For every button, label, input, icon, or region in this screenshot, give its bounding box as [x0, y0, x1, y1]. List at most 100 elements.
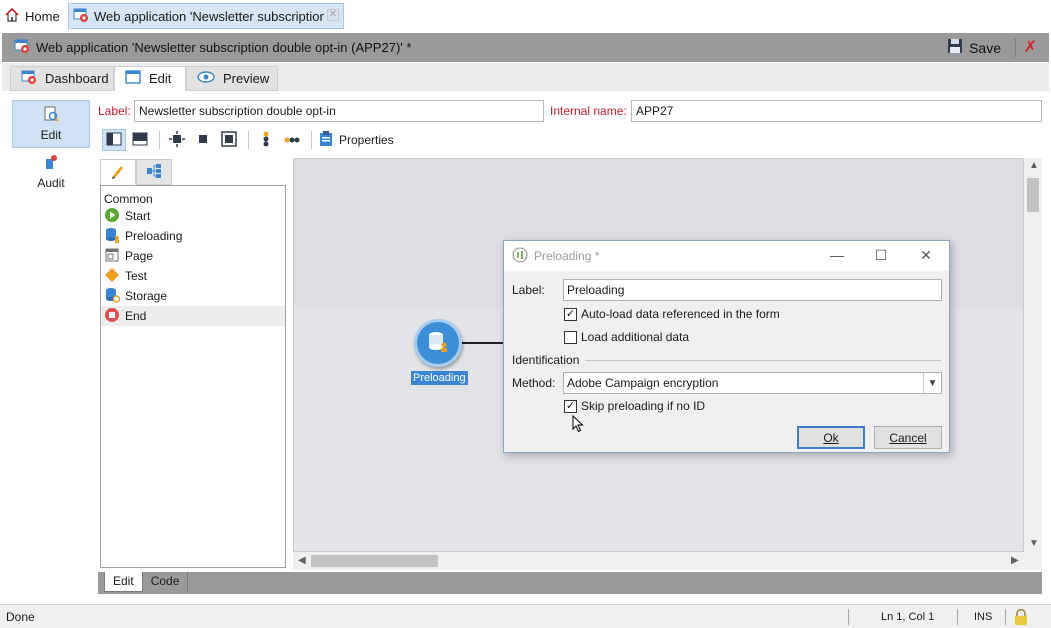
pencil-icon	[110, 163, 126, 182]
mode-edit-label: Edit	[40, 128, 62, 142]
home-tab[interactable]: Home	[4, 5, 60, 27]
load-additional-checkbox[interactable]: Load additional data	[564, 330, 689, 344]
horizontal-scrollbar[interactable]: ◀ ▶	[293, 552, 1042, 570]
palette-item-label: End	[125, 309, 147, 323]
method-select-value: Adobe Campaign encryption	[567, 376, 719, 390]
palette-item-end[interactable]: End	[101, 306, 285, 326]
palette-item-test[interactable]: Test	[101, 266, 285, 286]
floppy-disk-icon	[947, 38, 963, 57]
home-tab-label: Home	[25, 8, 60, 24]
edit-window-icon	[125, 70, 141, 87]
close-editor-icon[interactable]: ✗	[1024, 37, 1037, 57]
auto-load-label: Auto-load data referenced in the form	[581, 307, 780, 321]
chevron-down-icon[interactable]: ▼	[923, 373, 941, 393]
horizontal-chain-icon	[284, 133, 300, 147]
bottom-tab-edit[interactable]: Edit	[104, 572, 143, 592]
transition-line	[462, 342, 504, 344]
document-tab-label: Web application 'Newsletter subscription…	[94, 8, 324, 24]
align-vertical-button[interactable]	[254, 129, 278, 151]
auto-load-checkbox[interactable]: ✓ Auto-load data referenced in the form	[564, 307, 780, 321]
web-application-icon	[14, 38, 30, 57]
palette-item-start[interactable]: Start	[101, 206, 285, 226]
preloading-node-label[interactable]: Preloading	[411, 371, 468, 385]
editor-bottom-tabs: Edit Code	[98, 572, 1042, 594]
status-divider	[1005, 609, 1006, 625]
dialog-title: Preloading *	[534, 249, 600, 263]
tab-dashboard-label: Dashboard	[45, 71, 109, 86]
scroll-down-icon[interactable]: ▼	[1029, 538, 1039, 549]
label-field[interactable]: Newsletter subscription double opt-in	[134, 100, 544, 122]
layout-top-button[interactable]	[128, 129, 152, 151]
status-divider	[957, 609, 958, 625]
tab-preview[interactable]: Preview	[186, 66, 278, 91]
activity-icon	[512, 247, 528, 266]
close-tab-icon[interactable]: ✕	[327, 9, 339, 21]
mode-audit-label: Audit	[37, 176, 65, 190]
cancel-label: Cancel	[889, 431, 927, 445]
tree-icon	[146, 163, 162, 182]
mode-pane: Edit Audit	[12, 100, 90, 200]
checkbox-checked-icon: ✓	[564, 307, 577, 321]
tab-dashboard[interactable]: Dashboard	[10, 66, 114, 91]
preloading-dialog: Preloading * — ☐ ✕ Label: Preloading ✓ A…	[503, 240, 950, 453]
zoom-fit-button[interactable]	[217, 129, 241, 151]
status-divider	[848, 609, 849, 625]
fit-button[interactable]	[165, 129, 189, 151]
save-label: Save	[969, 39, 1001, 56]
dialog-label-caption: Label:	[512, 283, 545, 297]
minimize-icon[interactable]: —	[827, 247, 847, 265]
checkbox-checked-icon: ✓	[564, 399, 577, 413]
web-app-document-tab[interactable]: Web application 'Newsletter subscription…	[68, 3, 344, 29]
preloading-node[interactable]	[414, 319, 462, 367]
vertical-scroll-thumb[interactable]	[1027, 178, 1039, 212]
tab-edit-label: Edit	[149, 71, 172, 86]
edit-mode-icon	[43, 106, 59, 125]
scroll-right-icon[interactable]: ▶	[1011, 555, 1019, 566]
test-icon	[104, 267, 120, 286]
vertical-scrollbar[interactable]: ▲ ▼	[1024, 158, 1042, 552]
activity-palette: Common Start Preloading Page Test Storag…	[100, 185, 286, 568]
end-icon	[104, 307, 120, 326]
toolbar-separator	[311, 131, 312, 149]
cancel-button[interactable]: Cancel	[874, 426, 942, 449]
palette-item-storage[interactable]: Storage	[101, 286, 285, 306]
dialog-label-field[interactable]: Preloading	[563, 279, 942, 301]
save-button[interactable]: Save	[947, 38, 1001, 57]
tab-edit[interactable]: Edit	[114, 66, 186, 91]
bottom-tab-code[interactable]: Code	[143, 572, 189, 592]
document-tab-bar: Home Web application 'Newsletter subscri…	[0, 0, 1051, 32]
palette-tabs	[100, 159, 172, 185]
palette-item-label: Start	[125, 209, 151, 223]
zoom-actual-button[interactable]	[191, 129, 215, 151]
properties-button[interactable]: Properties	[319, 130, 394, 150]
mode-edit[interactable]: Edit	[12, 100, 90, 148]
ok-label: Ok	[823, 431, 839, 445]
horizontal-scroll-thumb[interactable]	[311, 555, 438, 567]
tab-activities[interactable]	[100, 159, 136, 185]
editor-title: Web application 'Newsletter subscription…	[36, 40, 412, 55]
app-window: Home Web application 'Newsletter subscri…	[0, 0, 1051, 628]
identification-group-label: Identification	[512, 353, 580, 367]
start-icon	[104, 207, 120, 226]
dashboard-icon	[21, 69, 37, 88]
align-horizontal-button[interactable]	[280, 129, 304, 151]
storage-icon	[104, 287, 121, 306]
maximize-icon[interactable]: ☐	[871, 247, 891, 265]
tab-tree[interactable]	[136, 159, 172, 185]
close-dialog-icon[interactable]: ✕	[916, 247, 936, 265]
palette-item-page[interactable]: Page	[101, 246, 285, 266]
method-select[interactable]: Adobe Campaign encryption ▼	[563, 372, 942, 394]
layout-left-button[interactable]	[102, 129, 126, 151]
mode-audit[interactable]: Audit	[12, 148, 90, 196]
dialog-title-bar: Preloading * — ☐ ✕	[504, 241, 949, 271]
ok-button[interactable]: Ok	[797, 426, 865, 449]
scroll-left-icon[interactable]: ◀	[298, 555, 306, 566]
layout-top-icon	[132, 132, 148, 149]
scroll-up-icon[interactable]: ▲	[1029, 160, 1039, 171]
internal-name-field[interactable]: APP27	[631, 100, 1042, 122]
method-caption: Method:	[512, 376, 556, 390]
status-bar: Done Ln 1, Col 1 INS	[0, 604, 1051, 628]
palette-item-preloading[interactable]: Preloading	[101, 226, 285, 246]
skip-preloading-checkbox[interactable]: ✓ Skip preloading if no ID	[564, 399, 705, 413]
tab-preview-label: Preview	[223, 71, 270, 86]
